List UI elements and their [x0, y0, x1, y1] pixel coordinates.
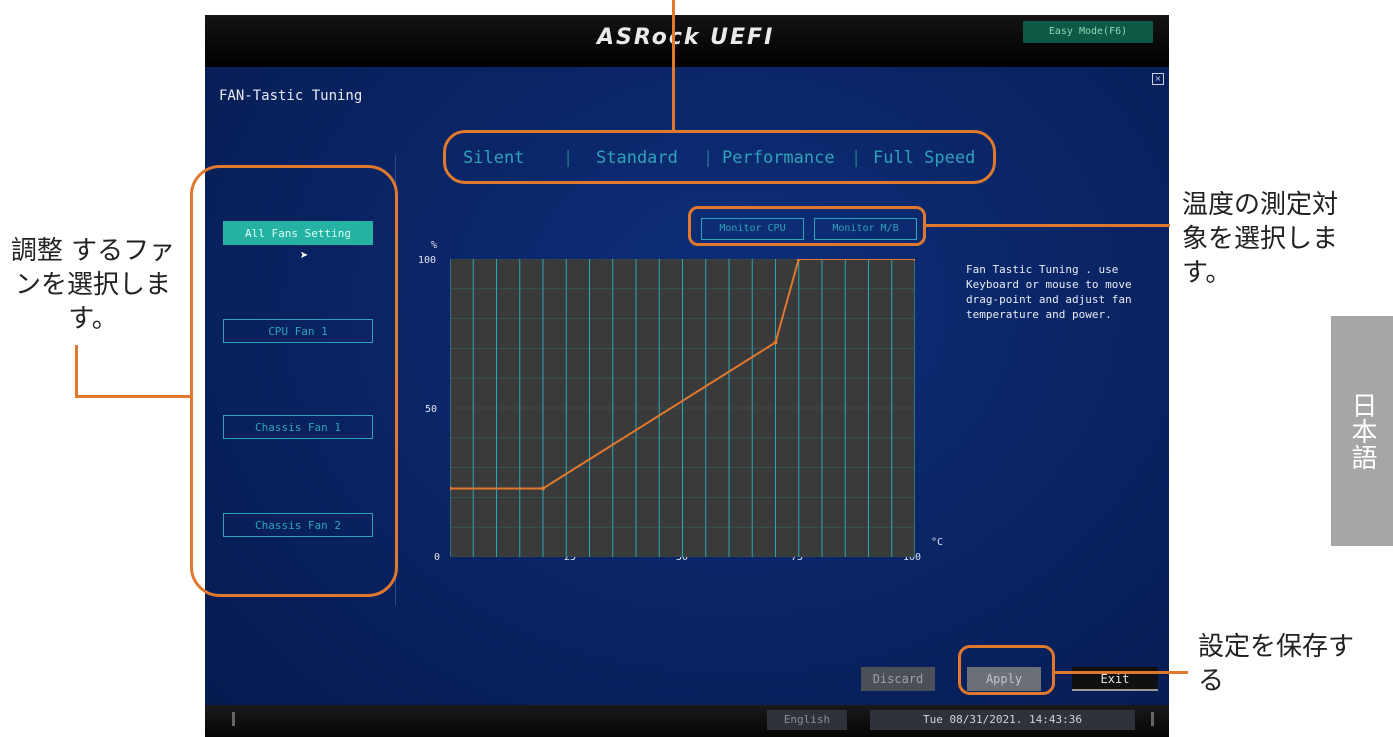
annotation-apply-box [958, 645, 1055, 695]
asrock-logo: ASRock UEFI [597, 25, 775, 50]
page-title: FAN-Tastic Tuning [219, 88, 363, 104]
y-tick-100: 100 [418, 255, 437, 266]
easy-mode-button[interactable]: Easy Mode(F6) [1023, 21, 1153, 43]
x-unit-label: °C [931, 537, 944, 548]
fan-curve-svg[interactable] [448, 257, 917, 558]
y-tick-0: 0 [434, 552, 441, 563]
status-handle-right [1151, 712, 1154, 726]
fan-curve-graph[interactable] [448, 257, 917, 558]
annotation-fan-select-text: 調整 するファンを選択します。 [10, 236, 176, 334]
datetime-display: Tue 08/31/2021. 14:43:36 [870, 710, 1135, 730]
close-icon[interactable]: × [1152, 73, 1164, 85]
language-button[interactable]: English [767, 710, 847, 730]
top-bar: ASRock UEFI Easy Mode(F6) [205, 15, 1169, 67]
discard-button[interactable]: Discard [861, 667, 935, 691]
annotation-monitor-text: 温度の測定対象を選択します。 [1182, 190, 1339, 288]
annotation-mode-tabs-line [672, 0, 675, 131]
fan-curve-point[interactable] [541, 486, 545, 491]
annotation-monitor-box [688, 206, 926, 246]
fan-curve-point[interactable] [773, 340, 778, 345]
help-description: Fan Tastic Tuning . use Keyboard or mous… [966, 263, 1132, 321]
annotation-fan-list-box [190, 165, 398, 597]
y-tick-50: 50 [425, 404, 438, 415]
annotation-fan-list-line-h [75, 395, 191, 398]
annotation-mode-tabs-box [443, 130, 996, 184]
status-handle-left [232, 712, 235, 726]
annotation-apply-line [1054, 671, 1188, 674]
annotation-monitor-line [925, 224, 1170, 227]
japanese-language-tab[interactable]: 日本語 [1331, 316, 1393, 546]
annotation-save-text: 設定を保存する [1198, 632, 1355, 696]
fan-curve-point[interactable] [448, 486, 452, 491]
annotation-fan-list-line-v [75, 345, 78, 397]
status-bar: English Tue 08/31/2021. 14:43:36 [205, 705, 1169, 737]
y-unit-label: % [431, 240, 438, 251]
fan-curve-point[interactable] [913, 257, 917, 261]
